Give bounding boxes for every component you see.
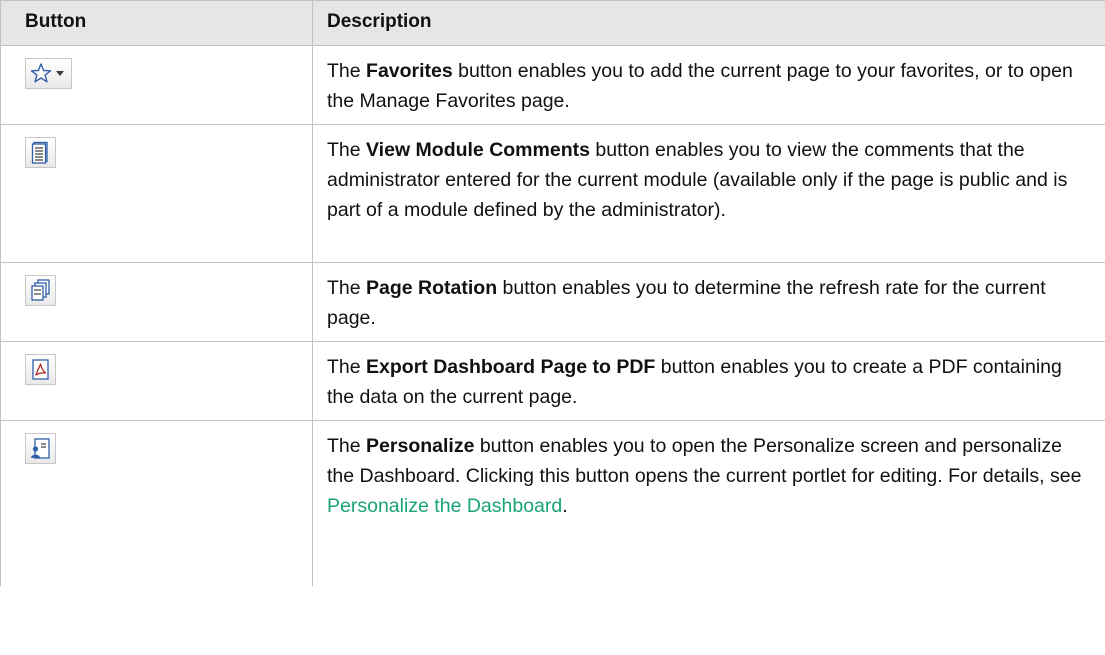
desc-text: The	[327, 277, 367, 299]
table-row-personalize: The Personalize button enables you to op…	[0, 420, 1105, 586]
button-cell	[0, 45, 313, 125]
desc-text: .	[562, 495, 568, 517]
favorites-star-dropdown-icon[interactable]	[25, 58, 72, 89]
desc-text: The	[327, 435, 367, 457]
button-cell	[0, 420, 313, 586]
button-term: Favorites	[366, 60, 453, 82]
button-term: Export Dashboard Page to PDF	[366, 356, 656, 378]
export-pdf-icon[interactable]	[25, 354, 56, 385]
table-header-row: Button Description	[0, 0, 1105, 46]
button-term: Page Rotation	[366, 277, 498, 299]
desc-text: The	[327, 60, 367, 82]
header-button: Button	[0, 0, 313, 46]
button-term: Personalize	[366, 435, 475, 457]
button-cell	[0, 341, 313, 421]
header-description: Description	[312, 0, 1105, 46]
description-cell: The View Module Comments button enables …	[312, 124, 1105, 263]
personalize-dashboard-link[interactable]: Personalize the Dashboard	[327, 495, 562, 517]
table-row-view-module-comments: The View Module Comments button enables …	[0, 124, 1105, 263]
desc-text: The	[327, 356, 367, 378]
desc-text: The	[327, 139, 367, 161]
button-term: View Module Comments	[366, 139, 590, 161]
description-cell: The Page Rotation button enables you to …	[312, 262, 1105, 342]
button-description-table: Button Description The Favorites button …	[0, 0, 1105, 586]
description-cell: The Personalize button enables you to op…	[312, 420, 1105, 586]
button-cell	[0, 124, 313, 263]
personalize-icon[interactable]	[25, 433, 56, 464]
description-cell: The Favorites button enables you to add …	[312, 45, 1105, 125]
page-rotation-icon[interactable]	[25, 275, 56, 306]
table-row-favorites: The Favorites button enables you to add …	[0, 45, 1105, 125]
view-module-comments-icon[interactable]	[25, 137, 56, 168]
description-cell: The Export Dashboard Page to PDF button …	[312, 341, 1105, 421]
table-row-page-rotation: The Page Rotation button enables you to …	[0, 262, 1105, 342]
button-cell	[0, 262, 313, 342]
table-row-export-pdf: The Export Dashboard Page to PDF button …	[0, 341, 1105, 421]
